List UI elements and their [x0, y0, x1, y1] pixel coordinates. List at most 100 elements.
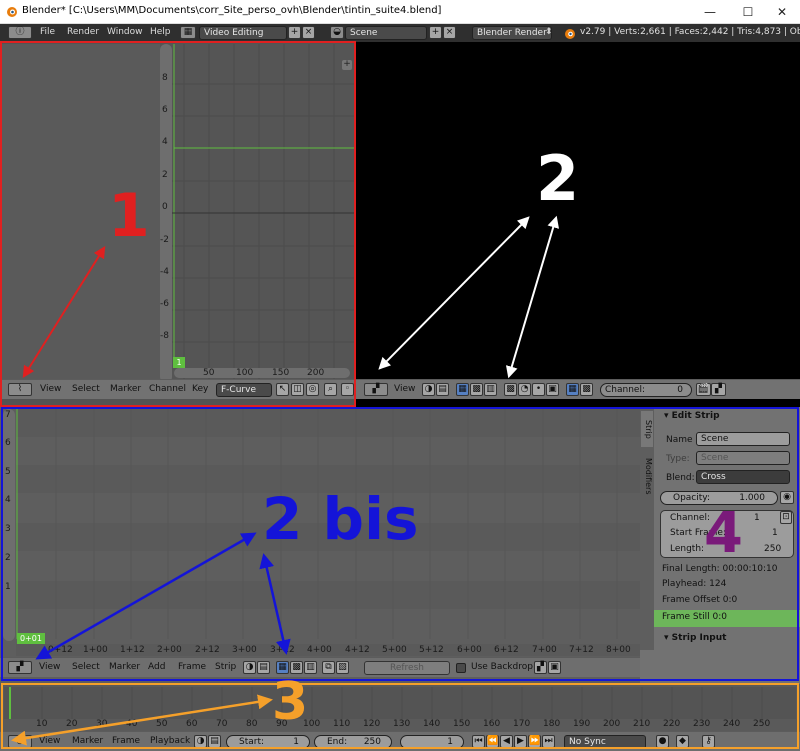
timeline-current-frame-field[interactable]: 1 — [400, 735, 464, 749]
maximize-button[interactable]: ☐ — [730, 0, 766, 24]
jump-end-icon[interactable]: ⏭ — [542, 735, 555, 748]
screen-layout-icon[interactable]: ▦ — [180, 26, 196, 39]
preview-clapper-icon[interactable]: ▞ — [711, 383, 726, 396]
graph-zoom-icon[interactable]: ⌕ — [324, 383, 337, 396]
add-layout-icon[interactable]: + — [288, 26, 301, 39]
render-engine-select[interactable]: Blender Render — [472, 26, 552, 40]
preview-grid-icon[interactable]: ▩ — [470, 383, 483, 396]
graph-menu-select[interactable]: Select — [72, 384, 100, 394]
graph-menu-key[interactable]: Key — [192, 384, 208, 394]
graph-menu-view[interactable]: View — [40, 384, 61, 394]
strip-name-input[interactable]: Scene — [696, 432, 790, 446]
edit-strip-section-header[interactable]: ▾ Edit Strip — [664, 411, 720, 421]
sequencer-editor-type-icon[interactable]: ▞ — [8, 661, 32, 674]
seq-clapper-icon[interactable]: ▣ — [548, 661, 561, 674]
timeline-preview-range-icon[interactable]: ◑ — [194, 735, 207, 748]
preview-image-icon[interactable]: ▣ — [546, 383, 559, 396]
graph-mode-select[interactable]: F-Curve — [216, 383, 272, 397]
preview-checker-icon[interactable]: ▩ — [504, 383, 517, 396]
strip-input-section-header[interactable]: ▾ Strip Input — [664, 633, 726, 643]
timeline-menu-frame[interactable]: Frame — [112, 736, 140, 746]
graph-editor-type-icon[interactable]: ⌇ — [8, 383, 32, 396]
preview-channel-field[interactable]: Channel: 0 — [600, 383, 692, 397]
timeline-menu-playback[interactable]: Playback — [150, 736, 190, 746]
preview-alpha-icon[interactable]: ◔ — [518, 383, 531, 396]
refresh-sequencer-button[interactable]: Refresh Sequencer — [364, 661, 450, 675]
seq-menu-add[interactable]: Add — [148, 662, 165, 672]
graph-ghost-icon[interactable]: ◫ — [291, 383, 304, 396]
channel-value[interactable]: 1 — [754, 513, 760, 523]
tab-modifiers[interactable]: Modifiers — [641, 451, 653, 501]
graph-menu-marker[interactable]: Marker — [110, 384, 141, 394]
time-tick: 5+12 — [419, 645, 444, 655]
add-scene-icon[interactable]: + — [429, 26, 442, 39]
preview-dot-icon[interactable]: • — [532, 383, 545, 396]
seq-menu-strip[interactable]: Strip — [215, 662, 236, 672]
seq-menu-frame[interactable]: Frame — [178, 662, 206, 672]
preview-channels-icon[interactable]: ▥ — [484, 383, 497, 396]
scene-field[interactable]: Scene — [345, 26, 427, 40]
start-frame-value[interactable]: 1 — [772, 528, 778, 538]
timeline-ruler[interactable]: 10 20 30 40 50 60 70 80 90 100 110 120 1… — [0, 719, 800, 731]
timeline-menu-view[interactable]: View — [39, 736, 60, 746]
play-reverse-icon[interactable]: ◀ — [500, 735, 513, 748]
remove-scene-icon[interactable]: × — [443, 26, 456, 39]
preview-safe-icon[interactable]: ▩ — [580, 383, 593, 396]
annotation-label-3: 3 — [272, 672, 309, 732]
graph-pivot-icon[interactable]: ◎ — [306, 383, 319, 396]
annotation-label-2: 2 — [536, 142, 580, 215]
preview-lock-icon[interactable]: ▤ — [436, 383, 449, 396]
graph-snap-icon[interactable]: ◦ — [341, 383, 354, 396]
menu-help[interactable]: Help — [150, 27, 171, 37]
graph-grid-area[interactable]: 8 6 4 2 0 -2 -4 -6 -8 50 100 150 200 1 + — [160, 44, 354, 383]
jump-start-icon[interactable]: ⏮ — [472, 735, 485, 748]
timeline-lock-icon[interactable]: ▤ — [208, 735, 221, 748]
info-editor-type-icon[interactable]: ⓘ — [8, 26, 32, 39]
prev-keyframe-icon[interactable]: ⏪ — [486, 735, 499, 748]
strip-blend-select[interactable]: Cross — [696, 470, 790, 484]
play-icon[interactable]: ▶ — [514, 735, 527, 748]
close-button[interactable]: ✕ — [764, 0, 800, 24]
seq-display-icon[interactable]: ◑ — [243, 661, 256, 674]
preview-display-icon[interactable]: ◑ — [422, 383, 435, 396]
x-tick: 100 — [236, 368, 254, 378]
seq-menu-view[interactable]: View — [39, 662, 60, 672]
use-backdrop-checkbox[interactable] — [456, 663, 466, 673]
menu-window[interactable]: Window — [107, 27, 143, 37]
seq-render-icon[interactable]: ▞ — [534, 661, 547, 674]
preview-render-icon[interactable]: 🎬 — [696, 383, 711, 396]
screen-layout-field[interactable]: Video Editing — [199, 26, 287, 40]
remove-layout-icon[interactable]: × — [302, 26, 315, 39]
menu-file[interactable]: File — [40, 27, 55, 37]
seq-lock-icon[interactable]: ▤ — [257, 661, 270, 674]
preview-editor-type-icon[interactable]: ▞ — [364, 383, 388, 396]
menu-render[interactable]: Render — [67, 27, 99, 37]
preview-overlay-icon[interactable]: ▦ — [566, 383, 579, 396]
preview-view-type-icon[interactable]: ▦ — [456, 383, 469, 396]
strip-input-title: Strip Input — [671, 633, 727, 643]
timeline-menu-marker[interactable]: Marker — [72, 736, 103, 746]
sync-mode-select[interactable]: No Sync — [564, 735, 646, 749]
seq-menu-select[interactable]: Select — [72, 662, 100, 672]
next-keyframe-icon[interactable]: ⏩ — [528, 735, 541, 748]
seq-snap-icon[interactable]: ⧉ — [322, 661, 335, 674]
y-tick: -2 — [160, 235, 169, 245]
length-value[interactable]: 250 — [764, 544, 781, 554]
seq-menu-marker[interactable]: Marker — [109, 662, 140, 672]
record-icon[interactable]: ● — [656, 735, 669, 748]
strip-type-select[interactable]: Scene — [696, 451, 790, 465]
graph-region-toggle-icon[interactable]: + — [342, 60, 352, 70]
minimize-button[interactable]: — — [692, 0, 728, 24]
channel-lock-icon[interactable]: ⊡ — [780, 511, 792, 524]
keyframe-insert-icon[interactable]: ⚷ — [702, 735, 715, 748]
keying-set-icon[interactable]: ◆ — [676, 735, 689, 748]
preview-menu-view[interactable]: View — [394, 384, 415, 394]
graph-cursor-icon[interactable]: ↖ — [276, 383, 289, 396]
graph-menu-channel[interactable]: Channel — [149, 384, 186, 394]
timeline-editor-type-icon[interactable]: ◷ — [8, 735, 32, 748]
tab-strip[interactable]: Strip — [641, 411, 653, 447]
timeline-end-field[interactable]: End: 250 — [314, 735, 392, 749]
timeline-start-field[interactable]: Start: 1 — [226, 735, 310, 749]
opacity-eye-icon[interactable]: ◉ — [780, 491, 794, 504]
seq-overlay-icon[interactable]: ▧ — [336, 661, 349, 674]
